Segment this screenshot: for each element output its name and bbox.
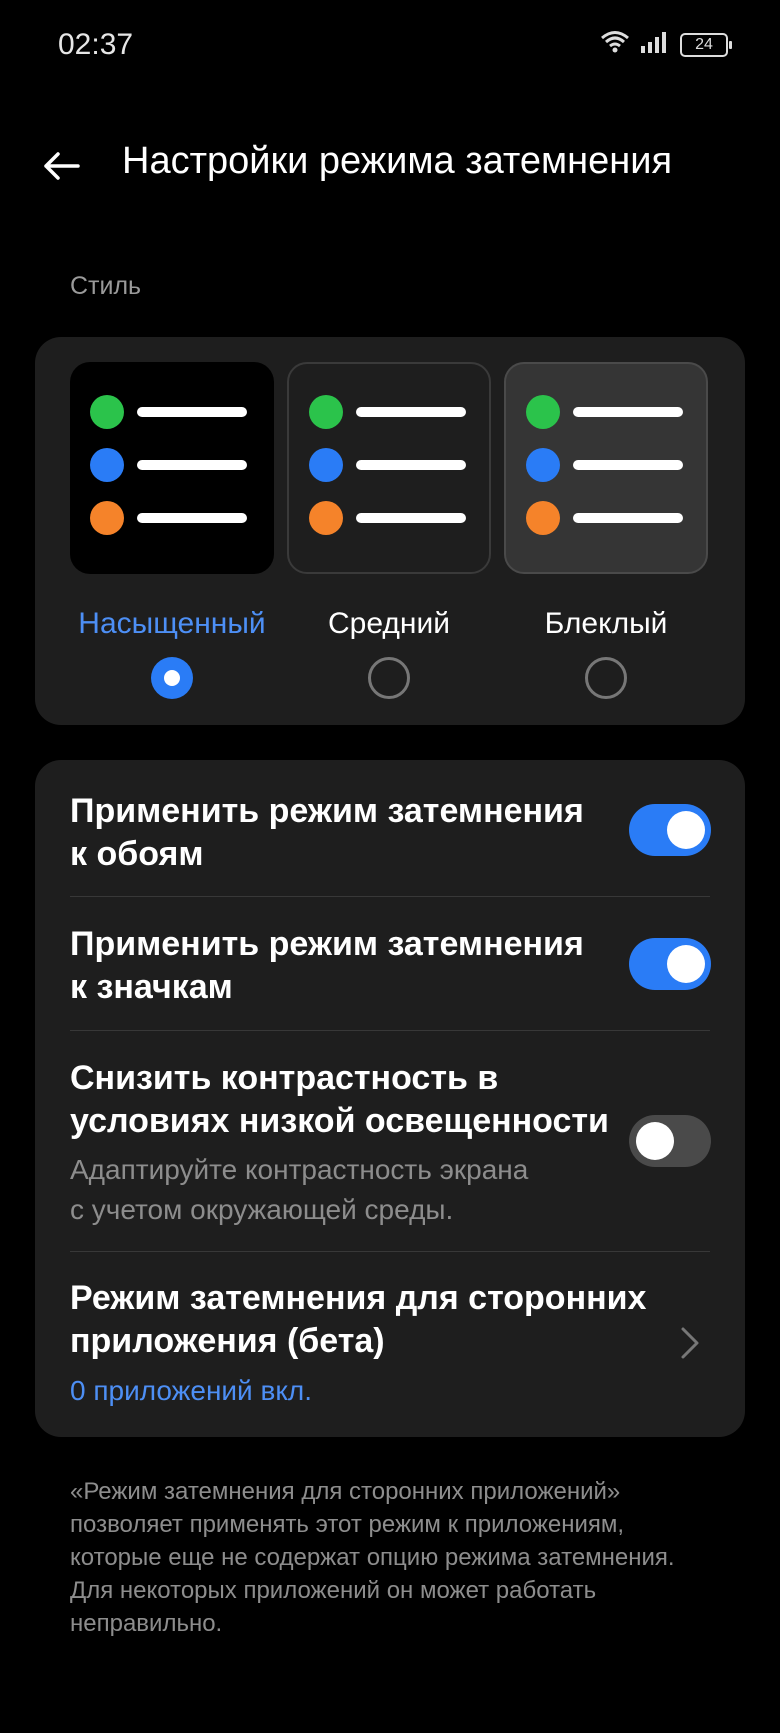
signal-icon — [640, 30, 670, 59]
title-line: к значкам — [70, 968, 233, 1006]
setting-title-wallpaper: Применить режим затемнения к обоям — [70, 790, 584, 876]
title-line: Применить режим затемнения — [70, 925, 584, 963]
setting-title-icons: Применить режим затемнения к значкам — [70, 923, 584, 1009]
preview-line — [356, 513, 466, 523]
preview-line — [356, 460, 466, 470]
setting-title-third-party: Режим затемнения для сторонних приложени… — [70, 1277, 646, 1363]
green-dot — [90, 395, 124, 429]
blue-dot — [526, 448, 560, 482]
blue-dot — [90, 448, 124, 482]
preview-line — [137, 407, 247, 417]
desc-line: Адаптируйте контрастность экрана — [70, 1154, 529, 1185]
page-title: Настройки режима затемнения — [122, 140, 673, 182]
toggle-icons[interactable] — [629, 938, 711, 990]
arrow-left-icon — [44, 152, 80, 180]
title-line: Применить режим затемнения — [70, 792, 584, 830]
radio-medium[interactable] — [368, 657, 410, 699]
desc-line: с учетом окружающей среды. — [70, 1194, 454, 1225]
settings-card: Применить режим затемнения к обоям Приме… — [35, 760, 745, 1437]
style-option-label-saturated: Насыщенный — [78, 607, 266, 640]
section-label-style: Стиль — [70, 272, 142, 300]
status-bar: 02:37 24 — [0, 0, 780, 90]
style-option-label-medium: Средний — [328, 607, 450, 640]
preview-line — [137, 513, 247, 523]
preview-line — [573, 460, 683, 470]
toggle-wallpaper[interactable] — [629, 804, 711, 856]
divider — [70, 1251, 710, 1252]
style-option-label-faded: Блеклый — [544, 607, 668, 640]
toggle-contrast[interactable] — [629, 1115, 711, 1167]
toggle-knob — [667, 945, 705, 983]
title-line: к обоям — [70, 835, 204, 873]
setting-desc-contrast: Адаптируйте контрастность экрана с учето… — [70, 1150, 528, 1230]
orange-dot — [90, 501, 124, 535]
blue-dot — [309, 448, 343, 482]
divider — [70, 1030, 710, 1031]
toggle-knob — [636, 1122, 674, 1160]
header: Настройки режима затемнения — [0, 130, 780, 200]
style-preview-faded[interactable] — [504, 362, 708, 574]
wifi-icon — [600, 30, 630, 59]
preview-line — [573, 407, 683, 417]
radio-saturated[interactable] — [151, 657, 193, 699]
green-dot — [309, 395, 343, 429]
divider — [70, 896, 710, 897]
third-party-apps-count: 0 приложений вкл. — [70, 1375, 313, 1406]
title-line: условиях низкой освещенности — [70, 1102, 609, 1140]
preview-line — [356, 407, 466, 417]
title-line: Снизить контрастность в — [70, 1059, 499, 1097]
green-dot — [526, 395, 560, 429]
radio-faded[interactable] — [585, 657, 627, 699]
style-preview-medium[interactable] — [287, 362, 491, 574]
setting-title-contrast: Снизить контрастность в условиях низкой … — [70, 1057, 609, 1143]
status-icons: 24 — [600, 30, 732, 59]
status-time: 02:37 — [58, 28, 134, 61]
back-button[interactable] — [38, 142, 86, 190]
preview-line — [573, 513, 683, 523]
preview-line — [137, 460, 247, 470]
orange-dot — [309, 501, 343, 535]
style-preview-saturated[interactable] — [70, 362, 274, 574]
orange-dot — [526, 501, 560, 535]
toggle-knob — [667, 811, 705, 849]
battery-icon: 24 — [680, 32, 732, 57]
chevron-right-icon — [675, 1323, 703, 1363]
footnote: «Режим затемнения для сторонних приложен… — [70, 1478, 675, 1637]
title-line: Режим затемнения для сторонних — [70, 1279, 647, 1317]
title-line: приложения (бета) — [70, 1322, 385, 1360]
style-card: Насыщенный Средний Блеклый — [35, 337, 745, 725]
